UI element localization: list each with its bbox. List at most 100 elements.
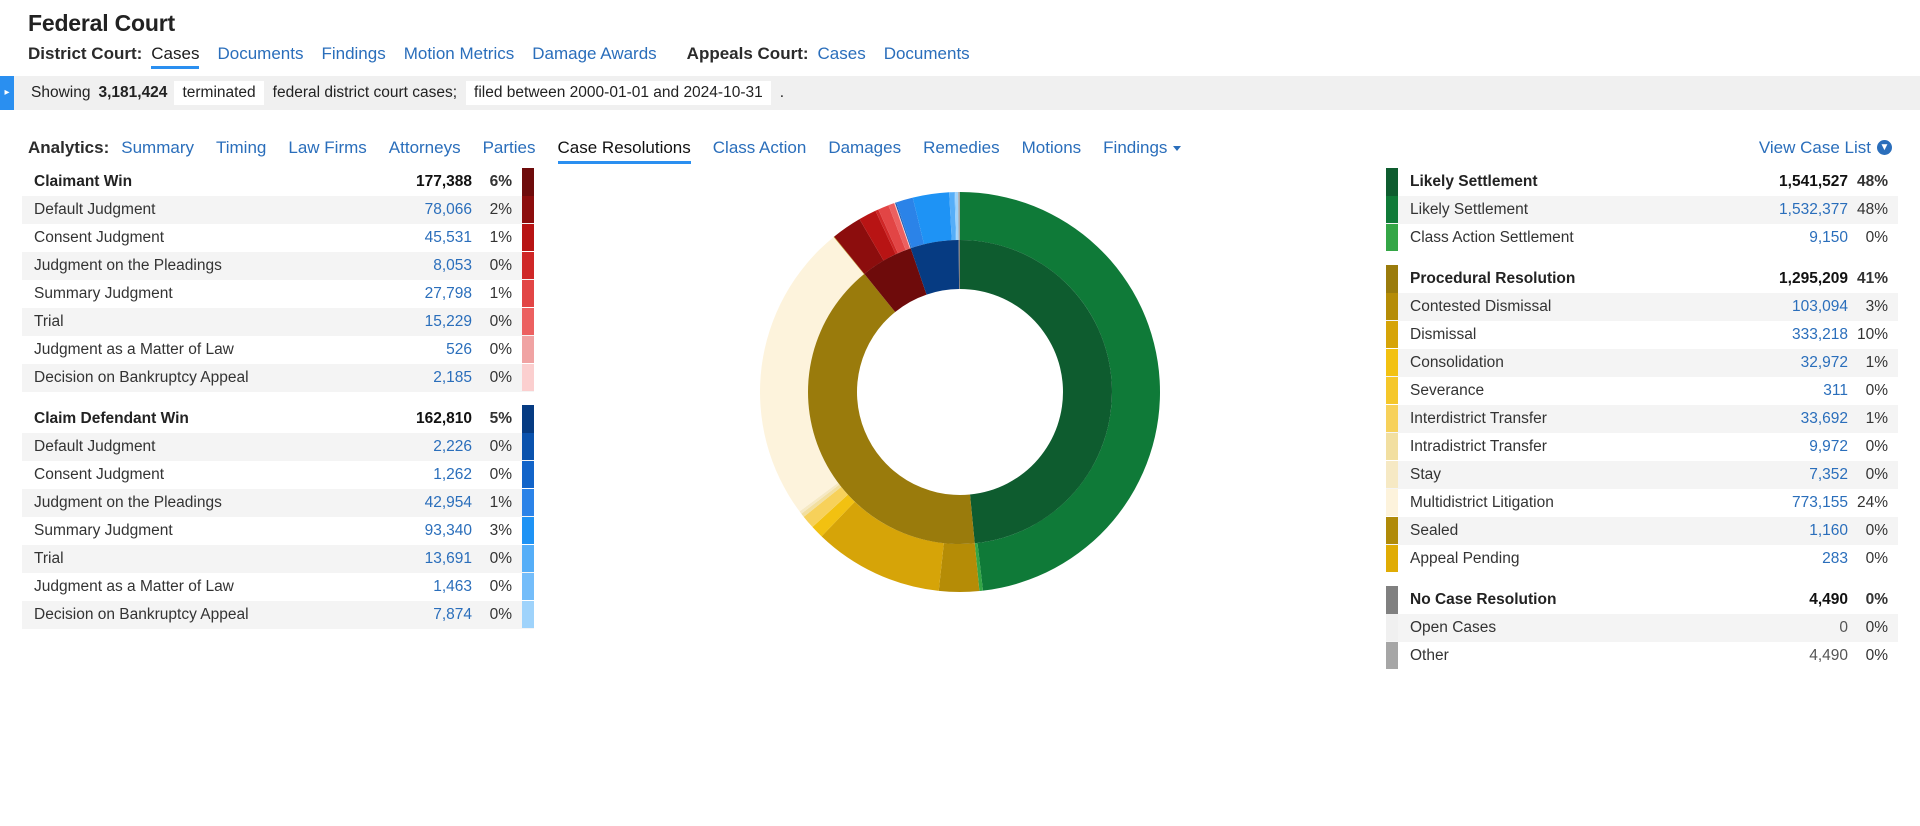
row-count[interactable]: 13,691 [366,545,476,573]
table-row[interactable]: Consolidation 32,972 1% [1386,348,1898,377]
appeals-link-documents[interactable]: Documents [884,44,970,63]
row-count[interactable]: 1,463 [366,573,476,601]
table-row[interactable]: Consent Judgment 45,531 1% [22,224,534,252]
table-row[interactable]: Default Judgment 78,066 2% [22,195,534,224]
row-count[interactable]: 1,295,209 [1742,265,1852,293]
table-row[interactable]: Judgment as a Matter of Law 526 0% [22,336,534,364]
row-count[interactable]: 103,094 [1742,293,1852,321]
case-resolution-donut-chart[interactable]: Likely Settlement: 1,532,377 (48%)Class … [740,172,1180,612]
row-count[interactable]: 333,218 [1742,321,1852,349]
row-count[interactable]: 2,185 [366,364,476,392]
row-count[interactable]: 33,692 [1742,405,1852,433]
table-row[interactable]: Judgment on the Pleadings 42,954 1% [22,488,534,517]
row-count[interactable]: 78,066 [366,196,476,224]
view-case-list-link[interactable]: View Case List ▼ [1759,138,1892,158]
row-count[interactable]: 1,160 [1742,517,1852,545]
row-count[interactable]: 45,531 [366,224,476,252]
table-row[interactable]: Sealed 1,160 0% [1386,516,1898,545]
table-row[interactable]: Judgment on the Pleadings 8,053 0% [22,251,534,280]
table-row[interactable]: Summary Judgment 27,798 1% [22,280,534,308]
table-row[interactable]: Stay 7,352 0% [1386,460,1898,489]
row-count[interactable]: 283 [1742,545,1852,573]
row-count[interactable]: 93,340 [366,517,476,545]
table-row[interactable]: Decision on Bankruptcy Appeal 7,874 0% [22,600,534,629]
tab-summary[interactable]: Summary [121,138,194,161]
district-link-damage-awards[interactable]: Damage Awards [532,44,656,63]
view-case-list-label: View Case List [1758,137,1871,157]
table-row[interactable]: Severance 311 0% [1386,377,1898,405]
row-percent: 0% [1865,646,1888,664]
tab-motions[interactable]: Motions [1022,138,1082,161]
row-count[interactable]: 311 [1742,377,1852,405]
row-percent: 0% [489,605,512,623]
appeals-link-cases[interactable]: Cases [818,44,866,63]
district-link-documents[interactable]: Documents [217,44,303,63]
donut-svg[interactable]: Likely Settlement: 1,532,377 (48%)Class … [740,172,1180,612]
table-row[interactable]: Trial 13,691 0% [22,544,534,573]
row-count[interactable]: 8,053 [366,252,476,280]
color-swatch [1386,167,1398,196]
row-count[interactable]: 32,972 [1742,349,1852,377]
row-count[interactable]: 4,490 [1742,586,1852,614]
row-count[interactable]: 1,532,377 [1742,196,1852,224]
row-count[interactable]: 27,798 [366,280,476,308]
table-group-row[interactable]: Likely Settlement 1,541,527 48% [1386,167,1898,196]
table-row[interactable]: Trial 15,229 0% [22,307,534,336]
district-link-motion-metrics[interactable]: Motion Metrics [404,44,515,63]
row-count[interactable]: 177,388 [366,168,476,196]
row-label: Trial [34,549,64,567]
table-row[interactable]: Dismissal 333,218 10% [1386,321,1898,349]
table-row[interactable]: Likely Settlement 1,532,377 48% [1386,195,1898,224]
table-row[interactable]: Other 4,490 0% [1386,642,1898,670]
row-count[interactable]: 9,972 [1742,433,1852,461]
table-row[interactable]: Contested Dismissal 103,094 3% [1386,292,1898,321]
table-row[interactable]: Consent Judgment 1,262 0% [22,461,534,489]
row-count[interactable]: 1,262 [366,461,476,489]
tab-case-resolutions[interactable]: Case Resolutions [557,137,691,164]
tab-law-firms[interactable]: Law Firms [288,138,366,161]
table-row[interactable]: Decision on Bankruptcy Appeal 2,185 0% [22,363,534,392]
tab-class-action[interactable]: Class Action [713,138,807,161]
district-link-cases[interactable]: Cases [151,43,200,69]
status-filter-chip[interactable]: terminated [174,80,264,105]
swatch-cell [1386,293,1398,321]
row-count[interactable]: 1,541,527 [1742,168,1852,196]
donut-slice[interactable]: Contested Dismissal: 103,094 (3%) [938,543,980,592]
tab-damages[interactable]: Damages [828,138,901,161]
tab-attorneys[interactable]: Attorneys [389,138,461,161]
table-row[interactable]: Multidistrict Litigation 773,155 24% [1386,489,1898,517]
row-count[interactable]: 7,352 [1742,461,1852,489]
row-percent: 3% [1865,297,1888,315]
table-row[interactable]: Intradistrict Transfer 9,972 0% [1386,433,1898,461]
row-count[interactable]: 162,810 [366,405,476,433]
swatch-cell [1386,167,1398,196]
table-row[interactable]: Class Action Settlement 9,150 0% [1386,224,1898,252]
date-range-filter-chip[interactable]: filed between 2000-01-01 and 2024-10-31 [466,80,771,105]
row-count[interactable]: 526 [366,336,476,364]
tab-findings[interactable]: Findings [1103,138,1181,161]
table-group-row[interactable]: No Case Resolution 4,490 0% [1386,585,1898,614]
tab-remedies[interactable]: Remedies [923,138,1000,161]
row-count[interactable]: 15,229 [366,308,476,336]
swatch-cell [1386,433,1398,461]
table-group-row[interactable]: Claimant Win 177,388 6% [22,167,534,196]
district-link-findings[interactable]: Findings [321,44,385,63]
table-row[interactable]: Judgment as a Matter of Law 1,463 0% [22,573,534,601]
tab-timing[interactable]: Timing [216,138,266,161]
row-percent: 6% [489,172,512,190]
table-row[interactable]: Interdistrict Transfer 33,692 1% [1386,404,1898,433]
row-count[interactable]: 42,954 [366,489,476,517]
table-row[interactable]: Appeal Pending 283 0% [1386,545,1898,573]
table-row[interactable]: Open Cases 0 0% [1386,613,1898,642]
table-group-row[interactable]: Claim Defendant Win 162,810 5% [22,404,534,433]
table-row[interactable]: Summary Judgment 93,340 3% [22,517,534,545]
row-count[interactable]: 2,226 [366,433,476,461]
chevron-right-icon[interactable]: ▸ [0,75,14,110]
table-row[interactable]: Default Judgment 2,226 0% [22,432,534,461]
tab-parties[interactable]: Parties [483,138,536,161]
row-percent: 0% [489,368,512,386]
row-count[interactable]: 7,874 [366,601,476,629]
table-group-row[interactable]: Procedural Resolution 1,295,209 41% [1386,264,1898,293]
row-count[interactable]: 9,150 [1742,224,1852,252]
row-count[interactable]: 773,155 [1742,489,1852,517]
